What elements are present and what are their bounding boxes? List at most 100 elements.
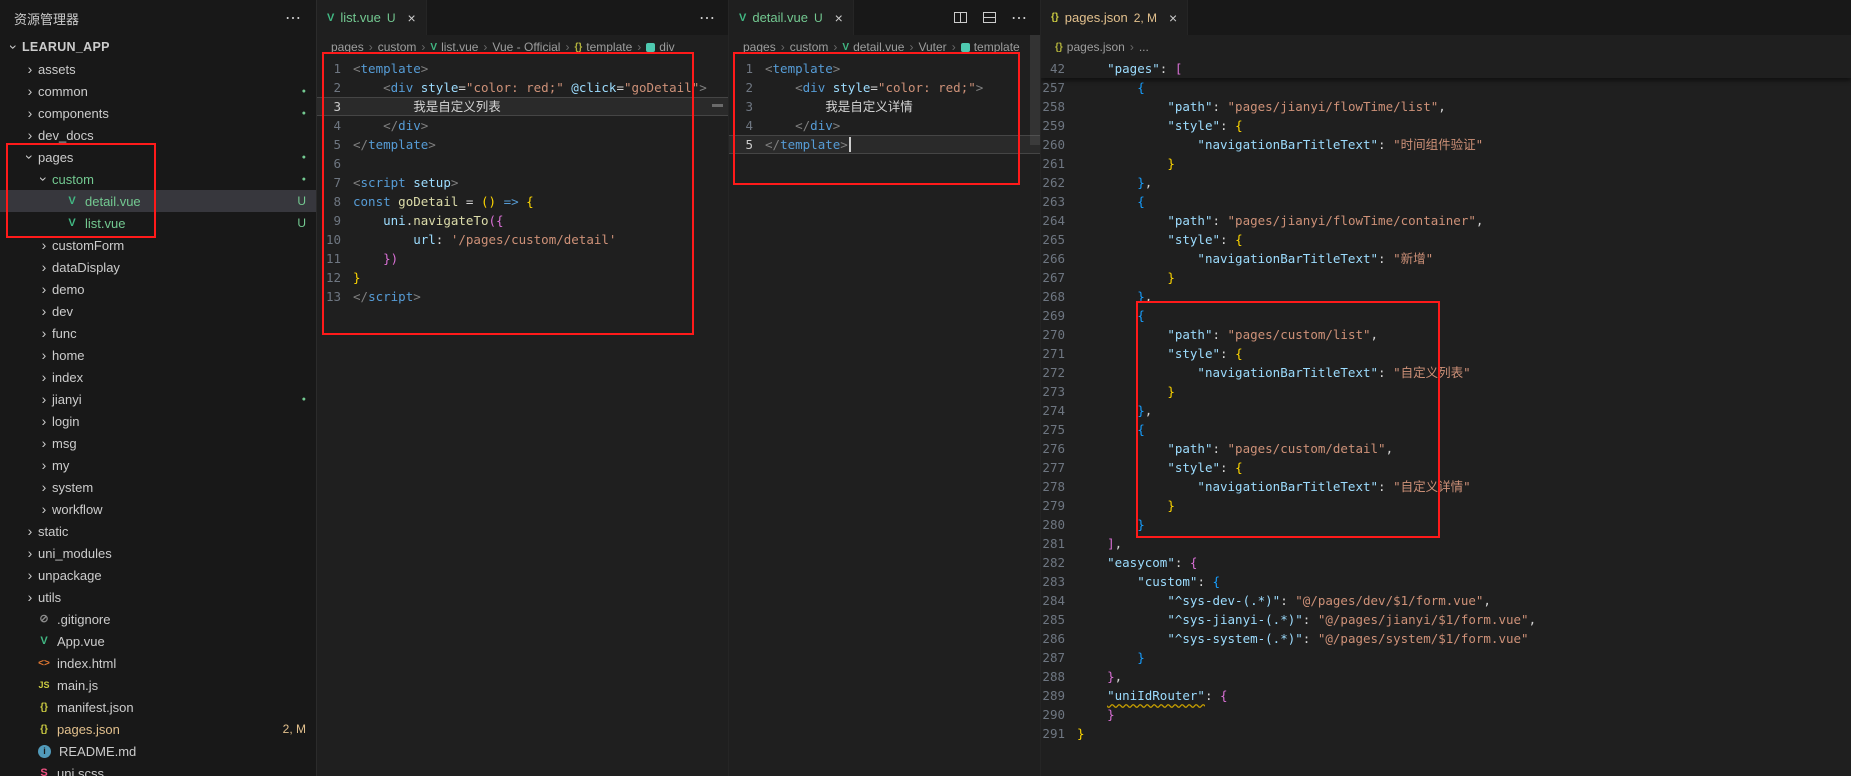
breadcrumb[interactable]: pages›custom›Vdetail.vue›Vuter›template <box>729 35 1040 59</box>
code-line[interactable]: 264 "path": "pages/jianyi/flowTime/conta… <box>1041 211 1851 230</box>
code-line[interactable]: 268 }, <box>1041 287 1851 306</box>
code-line[interactable]: 3 我是自定义详情 <box>729 97 1040 116</box>
tree-item-static[interactable]: ›static <box>0 520 316 542</box>
sticky-scroll-line[interactable]: 42 "pages": [ <box>1041 59 1851 78</box>
tree-item-customForm[interactable]: ›customForm <box>0 234 316 256</box>
close-icon[interactable]: × <box>835 10 843 26</box>
breadcrumb[interactable]: {}pages.json›... <box>1041 35 1851 59</box>
tree-item-demo[interactable]: ›demo <box>0 278 316 300</box>
scrollbar[interactable] <box>1030 35 1040 145</box>
code-line[interactable]: 1<template> <box>317 59 728 78</box>
tree-item-main.js[interactable]: JSmain.js <box>0 674 316 696</box>
tree-item-components[interactable]: ›components● <box>0 102 316 124</box>
code-line[interactable]: 8const goDetail = () => { <box>317 192 728 211</box>
code-line[interactable]: 272 "navigationBarTitleText": "自定义列表" <box>1041 363 1851 382</box>
tree-item-uni_modules[interactable]: ›uni_modules <box>0 542 316 564</box>
code-line[interactable]: 275 { <box>1041 420 1851 439</box>
code-line[interactable]: 289 "uniIdRouter": { <box>1041 686 1851 705</box>
tree-item-system[interactable]: ›system <box>0 476 316 498</box>
breadcrumb[interactable]: pages›custom›Vlist.vue›Vue - Official›{}… <box>317 35 728 59</box>
code-line[interactable]: 282 "easycom": { <box>1041 553 1851 572</box>
tree-item-assets[interactable]: ›assets <box>0 58 316 80</box>
code-line[interactable]: 261 } <box>1041 154 1851 173</box>
code-line[interactable]: 274 }, <box>1041 401 1851 420</box>
tree-item-detail.vue[interactable]: Vdetail.vueU <box>0 190 316 212</box>
code-line[interactable]: 11 }) <box>317 249 728 268</box>
code-editor-pages-json[interactable]: 42 "pages": [257 {258 "path": "pages/jia… <box>1041 59 1851 776</box>
code-line[interactable]: 278 "navigationBarTitleText": "自定义详情" <box>1041 477 1851 496</box>
tree-item-pages[interactable]: ›pages● <box>0 146 316 168</box>
code-line[interactable]: 6 <box>317 154 728 173</box>
tree-item-home[interactable]: ›home <box>0 344 316 366</box>
code-line[interactable]: 287 } <box>1041 648 1851 667</box>
code-line[interactable]: 284 "^sys-dev-(.*)": "@/pages/dev/$1/for… <box>1041 591 1851 610</box>
tree-item-dev[interactable]: ›dev <box>0 300 316 322</box>
breadcrumb-item[interactable]: Vue - Official <box>492 40 560 54</box>
code-line[interactable]: 4 </div> <box>317 116 728 135</box>
code-line[interactable]: 2 <div style="color: red;"> <box>729 78 1040 97</box>
code-line[interactable]: 3 我是自定义列表 <box>317 97 728 116</box>
code-line[interactable]: 288 }, <box>1041 667 1851 686</box>
code-line[interactable]: 286 "^sys-system-(.*)": "@/pages/system/… <box>1041 629 1851 648</box>
editor-layout-icon[interactable] <box>982 10 997 25</box>
code-line[interactable]: 290 } <box>1041 705 1851 724</box>
code-line[interactable]: 258 "path": "pages/jianyi/flowTime/list"… <box>1041 97 1851 116</box>
breadcrumb-item[interactable]: div <box>646 40 674 54</box>
tree-item-dev_docs[interactable]: ›dev_docs <box>0 124 316 146</box>
code-line[interactable]: 259 "style": { <box>1041 116 1851 135</box>
code-line[interactable]: 271 "style": { <box>1041 344 1851 363</box>
more-actions-icon[interactable]: ⋯ <box>285 8 302 28</box>
code-editor-list-vue[interactable]: 1<template>2 <div style="color: red;" @c… <box>317 59 728 776</box>
tree-item-common[interactable]: ›common● <box>0 80 316 102</box>
code-editor-detail-vue[interactable]: 1<template>2 <div style="color: red;">3 … <box>729 59 1040 776</box>
more-actions-icon[interactable]: ⋯ <box>699 8 716 28</box>
tree-root-learun-app[interactable]: › LEARUN_APP <box>0 36 316 58</box>
breadcrumb-item[interactable]: pages <box>331 40 364 54</box>
breadcrumb-item[interactable]: custom <box>378 40 417 54</box>
tree-item-msg[interactable]: ›msg <box>0 432 316 454</box>
code-line[interactable]: 267 } <box>1041 268 1851 287</box>
tree-item-pages.json[interactable]: {}pages.json2, M <box>0 718 316 740</box>
tree-item-utils[interactable]: ›utils <box>0 586 316 608</box>
code-line[interactable]: 262 }, <box>1041 173 1851 192</box>
breadcrumb-item[interactable]: Vuter <box>918 40 946 54</box>
code-line[interactable]: 2 <div style="color: red;" @click="goDet… <box>317 78 728 97</box>
code-line[interactable]: 270 "path": "pages/custom/list", <box>1041 325 1851 344</box>
code-line[interactable]: 12} <box>317 268 728 287</box>
more-actions-icon[interactable]: ⋯ <box>1011 8 1028 28</box>
tree-item-README.md[interactable]: iREADME.md <box>0 740 316 762</box>
breadcrumb-item[interactable]: {}pages.json <box>1055 40 1125 54</box>
code-line[interactable]: 5</template> <box>317 135 728 154</box>
tree-item-login[interactable]: ›login <box>0 410 316 432</box>
breadcrumb-item[interactable]: Vlist.vue <box>430 40 478 54</box>
code-line[interactable]: 285 "^sys-jianyi-(.*)": "@/pages/jianyi/… <box>1041 610 1851 629</box>
tree-item-index.html[interactable]: <>index.html <box>0 652 316 674</box>
close-icon[interactable]: × <box>407 10 415 26</box>
code-line[interactable]: 257 { <box>1041 78 1851 97</box>
breadcrumb-item[interactable]: Vdetail.vue <box>842 40 904 54</box>
tree-item-App.vue[interactable]: VApp.vue <box>0 630 316 652</box>
code-line[interactable]: 283 "custom": { <box>1041 572 1851 591</box>
code-line[interactable]: 7<script setup> <box>317 173 728 192</box>
code-line[interactable]: 269 { <box>1041 306 1851 325</box>
code-line[interactable]: 5</template> <box>729 135 1040 154</box>
code-line[interactable]: 266 "navigationBarTitleText": "新增" <box>1041 249 1851 268</box>
close-icon[interactable]: × <box>1169 10 1177 26</box>
code-line[interactable]: 260 "navigationBarTitleText": "时间组件验证" <box>1041 135 1851 154</box>
code-line[interactable]: 9 uni.navigateTo({ <box>317 211 728 230</box>
tree-item-dataDisplay[interactable]: ›dataDisplay <box>0 256 316 278</box>
tree-item-jianyi[interactable]: ›jianyi● <box>0 388 316 410</box>
tree-item-func[interactable]: ›func <box>0 322 316 344</box>
tab-pages-json[interactable]: {} pages.json 2, M × <box>1041 0 1188 35</box>
tree-item-uni.scss[interactable]: Suni.scss <box>0 762 316 776</box>
tree-item-list.vue[interactable]: Vlist.vueU <box>0 212 316 234</box>
tree-item-workflow[interactable]: ›workflow <box>0 498 316 520</box>
code-line[interactable]: 1<template> <box>729 59 1040 78</box>
breadcrumb-item[interactable]: {}template <box>574 40 632 54</box>
breadcrumb-item[interactable]: custom <box>790 40 829 54</box>
tree-item-unpackage[interactable]: ›unpackage <box>0 564 316 586</box>
tree-item-my[interactable]: ›my <box>0 454 316 476</box>
tree-item-.gitignore[interactable]: ⊘.gitignore <box>0 608 316 630</box>
tab-detail-vue[interactable]: V detail.vue U × <box>729 0 854 35</box>
split-editor-icon[interactable] <box>953 10 968 25</box>
